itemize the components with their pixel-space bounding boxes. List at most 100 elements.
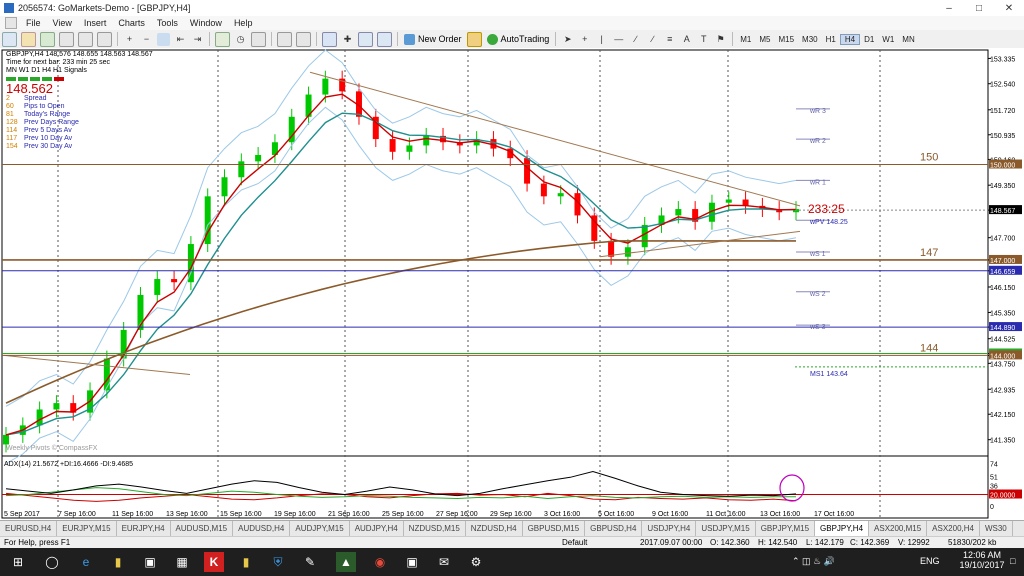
document-icon xyxy=(5,17,17,29)
stat-label: Pips to Open xyxy=(24,103,65,110)
tf-d1[interactable]: D1 xyxy=(860,35,878,44)
maximize-button[interactable]: □ xyxy=(964,3,994,14)
edge-icon[interactable]: e xyxy=(76,552,96,572)
horizontal-line-icon[interactable]: — xyxy=(612,33,625,46)
store-icon[interactable]: ▣ xyxy=(140,552,160,572)
templates-icon[interactable] xyxy=(251,31,266,47)
tab-eurjpy-m15[interactable]: EURJPY,M15 xyxy=(57,521,117,536)
arrow-icon[interactable]: ⚑ xyxy=(714,33,727,46)
crosshair-tool-icon[interactable]: + xyxy=(578,33,591,46)
auto-trading-button[interactable]: AutoTrading xyxy=(484,33,553,45)
tf-mn[interactable]: MN xyxy=(898,35,918,44)
calculator-icon[interactable]: ▦ xyxy=(172,552,192,572)
menu-charts[interactable]: Charts xyxy=(118,18,145,28)
x-axis-label: 17 Oct 16:00 xyxy=(814,511,854,518)
tester-icon[interactable] xyxy=(97,31,112,47)
periods-icon[interactable]: ◷ xyxy=(234,33,247,46)
pivot-label: wR 2 xyxy=(809,138,826,145)
tab-eurusd-h4[interactable]: EURUSD,H4 xyxy=(0,521,58,536)
tf-m15[interactable]: M15 xyxy=(774,35,798,44)
tab-asx200-m15[interactable]: ASX200,M15 xyxy=(869,521,928,536)
minimize-button[interactable]: – xyxy=(934,3,964,14)
clock[interactable]: 12:06 AM 19/10/2017 xyxy=(958,550,1006,570)
tab-gbpusd-m15[interactable]: GBPUSD,M15 xyxy=(523,521,586,536)
tf-m5[interactable]: M5 xyxy=(755,35,774,44)
menu-help[interactable]: Help xyxy=(234,18,253,28)
tf-h1[interactable]: H1 xyxy=(822,35,840,44)
tab-nzdusd-h4[interactable]: NZDUSD,H4 xyxy=(466,521,523,536)
tile-windows-icon[interactable] xyxy=(157,32,170,46)
search-icon[interactable]: ◯ xyxy=(42,552,62,572)
tab-gbpusd-h4[interactable]: GBPUSD,H4 xyxy=(585,521,643,536)
channel-icon[interactable]: ∕ xyxy=(646,33,659,46)
menu-file[interactable]: File xyxy=(26,18,41,28)
stat-value: 81 xyxy=(6,111,14,118)
tf-h4[interactable]: H4 xyxy=(839,33,861,45)
chart-shift-icon[interactable]: ⇥ xyxy=(191,33,204,46)
app-k-icon[interactable]: K xyxy=(204,552,224,572)
chrome-icon[interactable]: ◉ xyxy=(370,552,390,572)
new-order-button[interactable]: New Order xyxy=(401,33,465,45)
tab-gbpjpy-m15[interactable]: GBPJPY,M15 xyxy=(756,521,816,536)
tab-usdjpy-h4[interactable]: USDJPY,H4 xyxy=(642,521,697,536)
zoom-icon[interactable] xyxy=(358,31,373,47)
indicators-icon[interactable] xyxy=(215,31,230,47)
tab-nzdusd-m15[interactable]: NZDUSD,M15 xyxy=(404,521,466,536)
settings-icon[interactable]: ⚙ xyxy=(466,552,486,572)
tab-ws30[interactable]: WS30 xyxy=(980,521,1013,536)
zoom-out-icon[interactable]: − xyxy=(140,33,153,46)
folder-icon[interactable]: ▮ xyxy=(236,552,256,572)
autoscroll-icon[interactable]: ⇤ xyxy=(174,33,187,46)
candle-chart-icon[interactable] xyxy=(296,31,311,47)
crosshair-icon[interactable]: ✚ xyxy=(341,33,354,46)
photos-icon[interactable]: ▣ xyxy=(402,552,422,572)
line-chart-icon[interactable] xyxy=(377,31,392,47)
menu-tools[interactable]: Tools xyxy=(157,18,178,28)
metatrader-icon[interactable]: ▲ xyxy=(336,552,356,572)
mail-icon[interactable]: ✉ xyxy=(434,552,454,572)
language-indicator[interactable]: ENG xyxy=(920,556,940,566)
profiles-icon[interactable] xyxy=(21,31,36,47)
tab-eurjpy-h4[interactable]: EURJPY,H4 xyxy=(117,521,171,536)
new-chart-icon[interactable] xyxy=(2,31,17,47)
notifications-icon[interactable]: □ xyxy=(1010,556,1015,566)
tab-audusd-m15[interactable]: AUDUSD,M15 xyxy=(171,521,234,536)
menu-window[interactable]: Window xyxy=(190,18,222,28)
chart-window[interactable]: 150 147 144 wR 3 wR 2 wR 1 wPV 148.25 wS 1 wS 2 w… xyxy=(0,48,1024,520)
text-icon[interactable]: A xyxy=(680,33,693,46)
tab-audjpy-m15[interactable]: AUDJPY,M15 xyxy=(290,521,350,536)
bar-chart-icon[interactable] xyxy=(277,31,292,47)
profile-name[interactable]: Default xyxy=(562,538,587,547)
navigator-icon[interactable] xyxy=(59,31,74,47)
zoom-in-icon[interactable]: + xyxy=(123,33,136,46)
price-chart[interactable]: 150 147 144 wR 3 wR 2 wR 1 wPV 148.25 wS 1 wS 2 w… xyxy=(0,48,1024,520)
tab-audusd-h4[interactable]: AUDUSD,H4 xyxy=(233,521,291,536)
tf-m30[interactable]: M30 xyxy=(798,35,822,44)
terminal-icon[interactable] xyxy=(78,31,93,47)
stat-value: 117 xyxy=(6,135,18,142)
label-icon[interactable]: T xyxy=(697,33,710,46)
shield-icon[interactable]: ⛨ xyxy=(268,552,288,572)
candle xyxy=(608,240,615,257)
menu-insert[interactable]: Insert xyxy=(84,18,107,28)
paint-icon[interactable]: ✎ xyxy=(300,552,320,572)
vertical-line-icon[interactable]: | xyxy=(595,33,608,46)
close-button[interactable]: ✕ xyxy=(994,3,1024,14)
expert-icon[interactable] xyxy=(466,31,482,47)
market-watch-icon[interactable] xyxy=(40,31,55,47)
tray-icons[interactable]: ⌃ ◫ ♨ 🔊 xyxy=(792,556,835,567)
tab-asx200-h4[interactable]: ASX200,H4 xyxy=(927,521,980,536)
fibonacci-icon[interactable]: ≡ xyxy=(663,33,676,46)
options-icon[interactable] xyxy=(322,31,337,47)
auto-trading-icon xyxy=(486,33,498,45)
tf-w1[interactable]: W1 xyxy=(878,35,898,44)
windows-start-icon[interactable]: ⊞ xyxy=(8,552,28,572)
file-explorer-icon[interactable]: ▮ xyxy=(108,552,128,572)
tab-audjpy-h4[interactable]: AUDJPY,H4 xyxy=(350,521,404,536)
menu-view[interactable]: View xyxy=(53,18,72,28)
cursor-icon[interactable]: ➤ xyxy=(561,33,574,46)
trendline-icon[interactable]: ∕ xyxy=(629,33,642,46)
tab-gbpjpy-h4[interactable]: GBPJPY,H4 xyxy=(815,521,870,536)
tab-usdjpy-m15[interactable]: USDJPY,M15 xyxy=(696,521,756,536)
tf-m1[interactable]: M1 xyxy=(736,35,755,44)
